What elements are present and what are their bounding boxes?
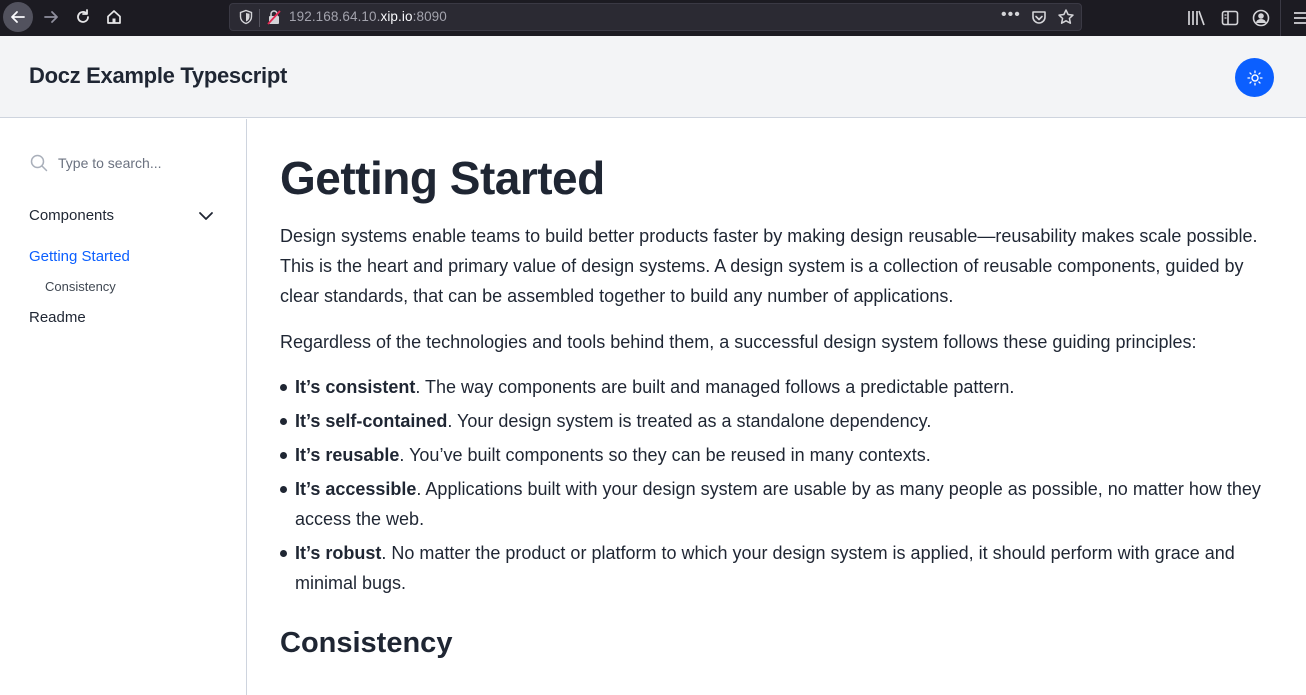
list-item: It’s consistent. The way components are … [280, 372, 1270, 402]
back-arrow-icon [11, 11, 25, 23]
principle-text: . No matter the product or platform to w… [295, 543, 1235, 593]
shield-icon[interactable] [238, 9, 254, 25]
principle-text: . The way components are built and manag… [415, 377, 1015, 397]
principle-text: . You’ve built components so they can be… [399, 445, 931, 465]
sidebar: Components Getting Started Consistency R… [0, 119, 247, 695]
section-heading-consistency: Consistency [280, 627, 453, 659]
search-box[interactable] [29, 152, 229, 174]
url-text[interactable]: 192.168.64.10.xip.io:8090 [289, 9, 447, 24]
bullet [280, 418, 287, 425]
forward-button[interactable] [37, 3, 65, 31]
chevron-down-icon[interactable] [198, 208, 214, 224]
library-icon[interactable] [1186, 8, 1206, 28]
insecure-lock-icon[interactable] [266, 9, 282, 25]
page-actions-button[interactable]: ••• [1001, 6, 1021, 24]
list-item: It’s accessible. Applications built with… [280, 474, 1270, 534]
url-host: xip.io [380, 9, 413, 24]
sidebar-item-readme[interactable]: Readme [29, 309, 86, 326]
toolbar-divider [1280, 0, 1281, 36]
bullet [280, 452, 287, 459]
list-item: It’s reusable. You’ve built components s… [280, 440, 1270, 470]
sidebar-icon[interactable] [1220, 8, 1240, 28]
site-title[interactable]: Docz Example Typescript [29, 63, 287, 89]
principle-name: It’s consistent [295, 377, 416, 397]
browser-toolbar: 192.168.64.10.xip.io:8090 ••• [0, 0, 1306, 36]
sidebar-item-getting-started[interactable]: Getting Started [29, 248, 130, 265]
hamburger-menu-icon[interactable] [1292, 8, 1306, 28]
search-input[interactable] [58, 155, 228, 171]
principles-intro: Regardless of the technologies and tools… [280, 332, 1197, 352]
intro-paragraph: Design systems enable teams to build bet… [280, 226, 1258, 306]
url-port: :8090 [412, 9, 447, 24]
search-icon [30, 154, 48, 172]
sun-icon [1246, 69, 1263, 86]
principle-name: It’s self-contained [295, 411, 448, 431]
home-button[interactable] [100, 3, 128, 31]
bullet [280, 486, 287, 493]
menu-group-components[interactable]: Components [29, 207, 214, 224]
sidebar-subitem-consistency[interactable]: Consistency [45, 279, 116, 294]
back-button[interactable] [3, 2, 33, 32]
site-header: Docz Example Typescript [0, 36, 1306, 118]
principle-name: It’s reusable [295, 445, 400, 465]
principles-list: It’s consistent. The way components are … [280, 372, 1270, 602]
theme-toggle-button[interactable] [1235, 58, 1274, 97]
reload-icon [77, 9, 89, 23]
url-prefix: 192.168.64.10. [289, 9, 381, 24]
principle-text: . Your design system is treated as a sta… [447, 411, 932, 431]
account-icon[interactable] [1251, 8, 1271, 28]
list-item: It’s self-contained. Your design system … [280, 406, 1270, 436]
home-icon [107, 10, 121, 24]
bullet [280, 384, 287, 391]
url-bar[interactable]: 192.168.64.10.xip.io:8090 ••• [229, 3, 1082, 31]
forward-arrow-icon [44, 11, 58, 23]
pocket-icon[interactable] [1030, 9, 1048, 27]
bullet [280, 550, 287, 557]
page-title: Getting Started [280, 152, 605, 204]
principle-name: It’s accessible [295, 479, 417, 499]
menu-group-label: Components [29, 207, 115, 224]
list-item: It’s robust. No matter the product or pl… [280, 538, 1270, 598]
bookmark-star-icon[interactable] [1057, 8, 1075, 26]
principle-text: . Applications built with your design sy… [295, 479, 1261, 529]
principle-name: It’s robust [295, 543, 382, 563]
url-divider [259, 9, 260, 27]
reload-button[interactable] [69, 3, 97, 31]
